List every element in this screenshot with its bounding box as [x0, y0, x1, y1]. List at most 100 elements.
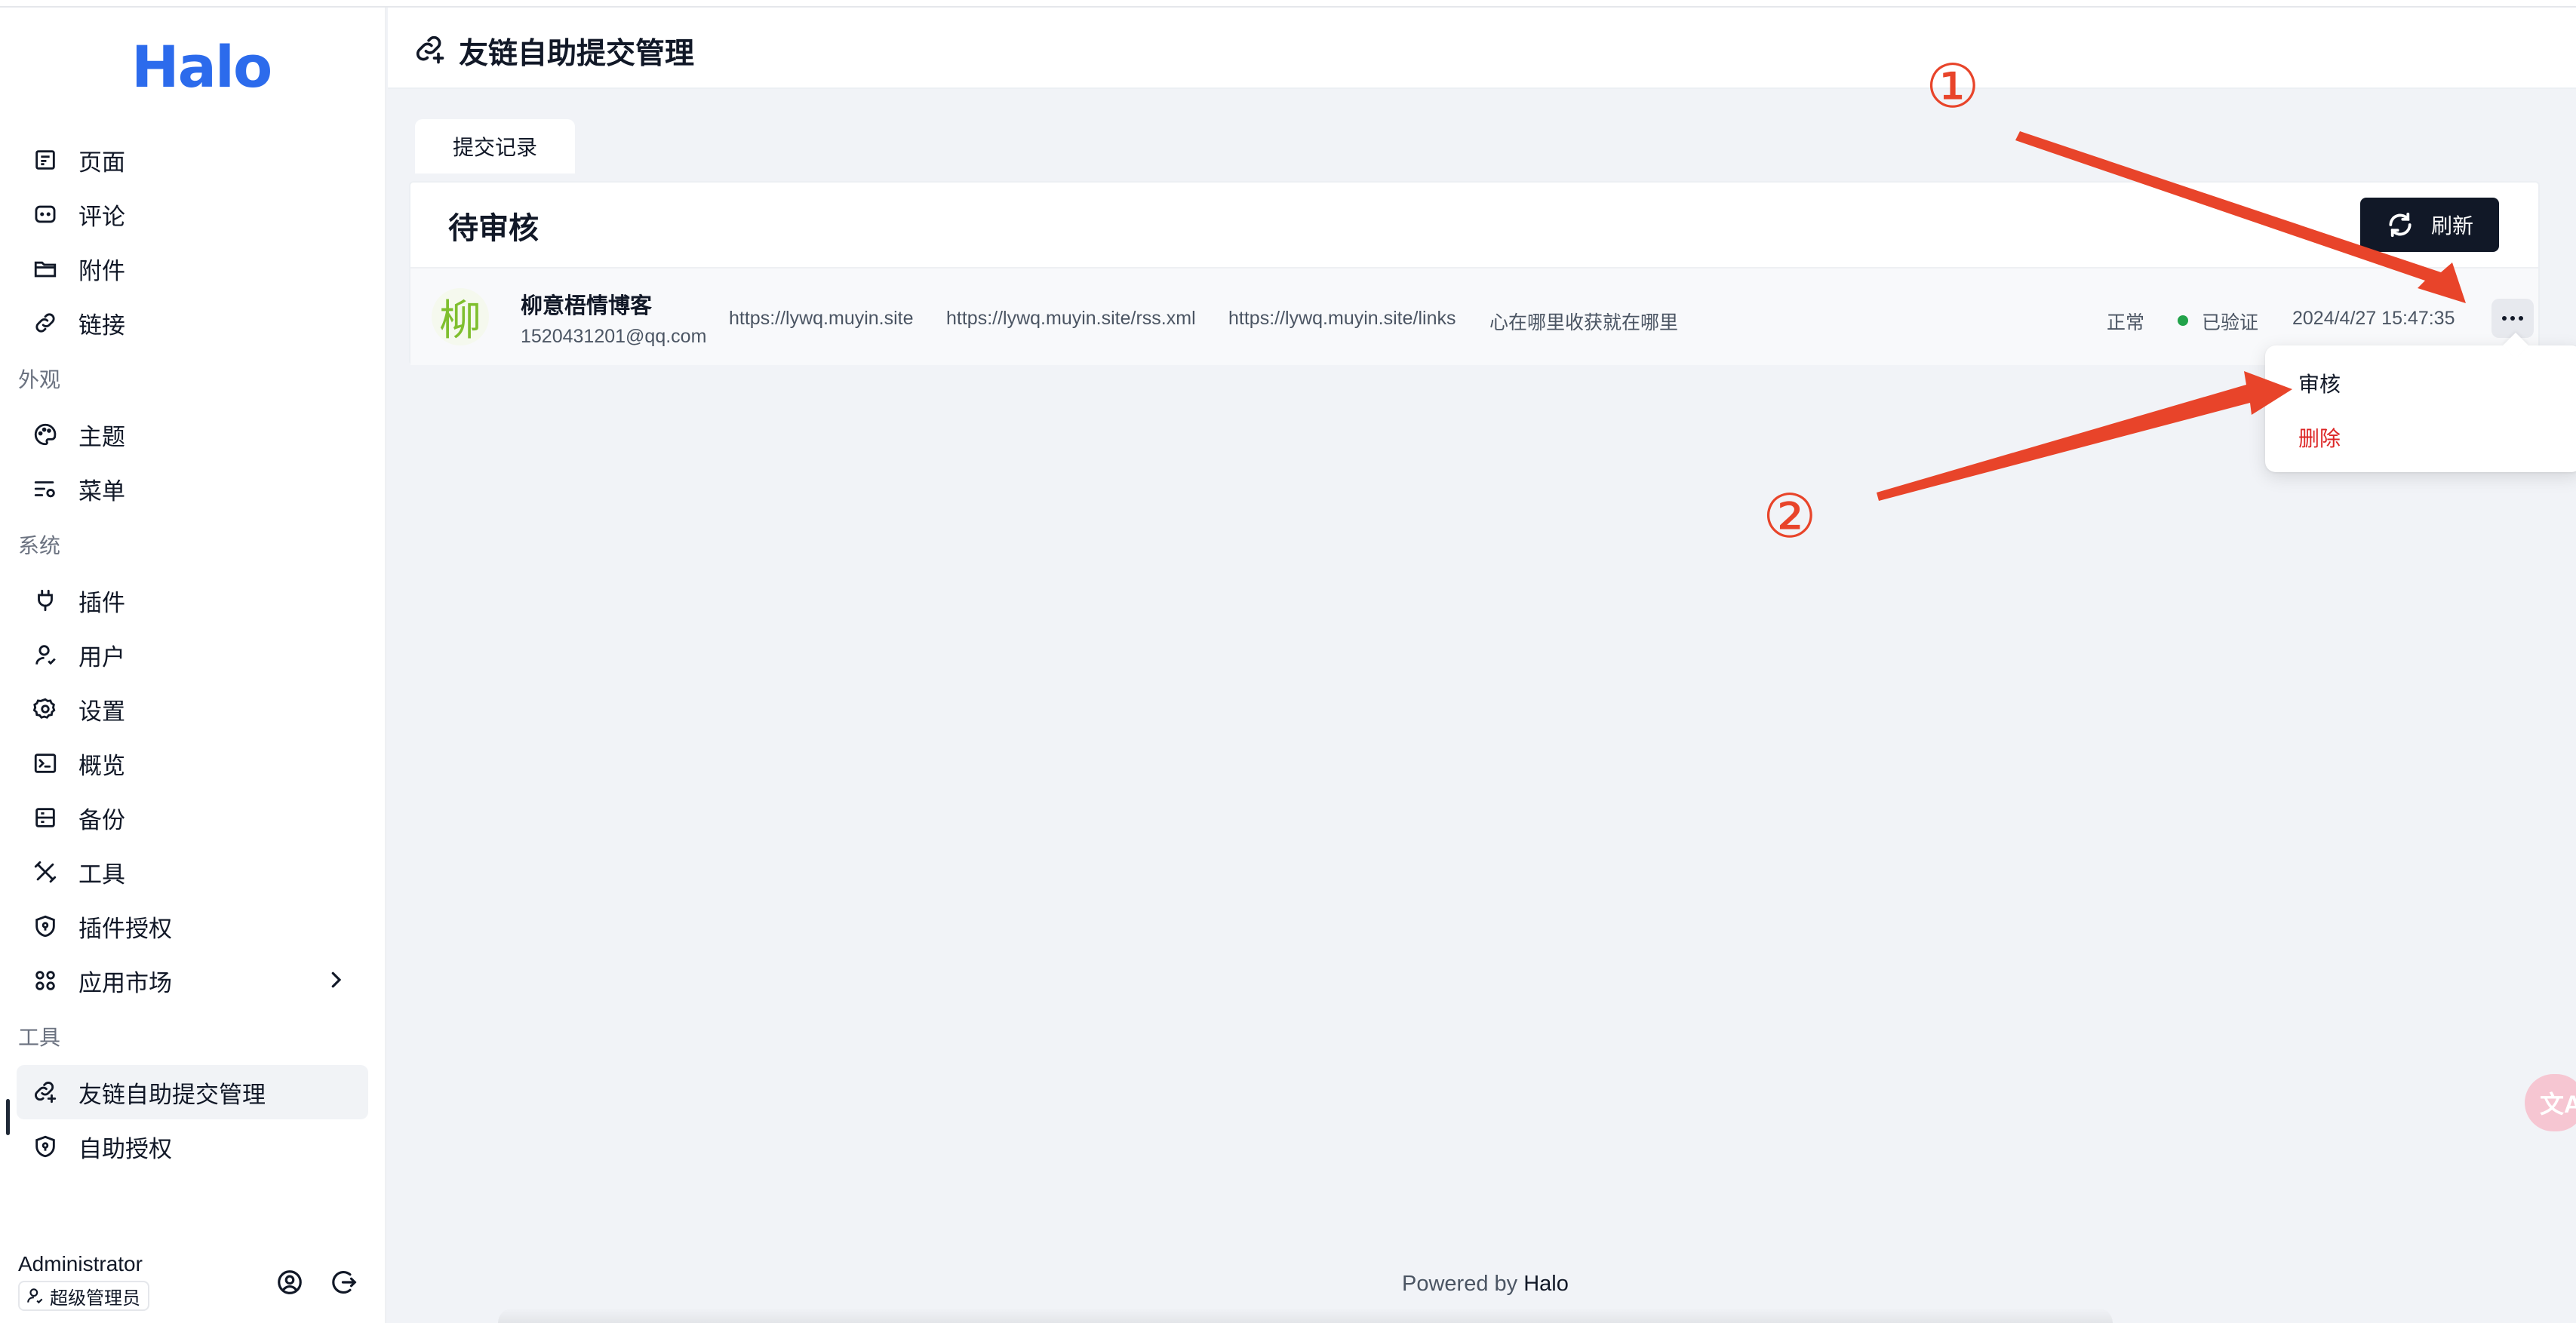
pending-review-card: 待审核 刷新 柳 柳意梧情博客 1520431201@qq.com https:… — [409, 181, 2540, 365]
sidebar-item-label: 主题 — [78, 423, 125, 450]
actions-dropdown: 审核 删除 — [2265, 345, 2576, 472]
links-url[interactable]: https://lywq.muyin.site/links — [1228, 308, 1456, 330]
folder-icon — [32, 255, 59, 282]
link-icon — [32, 309, 59, 336]
link-add-icon — [416, 35, 444, 64]
footer-brand[interactable]: Halo — [1523, 1272, 1569, 1296]
page-icon — [32, 146, 59, 173]
top-border — [0, 0, 2576, 8]
sidebar-item-plugin-license[interactable]: 插件授权 — [17, 899, 368, 953]
user-icon — [32, 641, 59, 668]
sidebar-group-appearance: 外观 — [18, 368, 61, 391]
sidebar-item-label: 用户 — [78, 643, 125, 671]
shield-icon — [32, 913, 59, 940]
shield-icon — [32, 1133, 59, 1160]
annotation-marker-2: ② — [1763, 481, 1817, 551]
user-panel: Administrator 超级管理员 — [18, 1249, 373, 1317]
sidebar-item-overview[interactable]: 概览 — [17, 736, 368, 790]
sidebar-item-users[interactable]: 用户 — [17, 628, 368, 682]
tab-bar: 提交记录 — [415, 119, 576, 173]
menu-item-review[interactable]: 审核 — [2298, 368, 2341, 398]
sidebar-item-label: 附件 — [78, 257, 125, 284]
user-circle-icon — [278, 1270, 302, 1294]
role-label: 超级管理员 — [50, 1288, 140, 1309]
sidebar-item-label: 评论 — [78, 203, 125, 230]
sidebar-item-label: 设置 — [78, 698, 125, 725]
footer: Powered by Halo — [1402, 1272, 1569, 1297]
gear-icon — [32, 695, 59, 723]
more-actions-button[interactable] — [2491, 299, 2534, 338]
sidebar-nav: 页面 评论 附件 链接 外观 主题 菜单 系统 插件 用户 设置 概览 备份 工… — [17, 133, 368, 1174]
comment-icon — [32, 201, 59, 228]
annotation-arrow-2 — [1877, 371, 2292, 501]
role-badge: 超级管理员 — [18, 1281, 149, 1311]
tab-submission-records[interactable]: 提交记录 — [415, 119, 576, 173]
table-row[interactable]: 柳 柳意梧情博客 1520431201@qq.com https://lywq.… — [410, 267, 2538, 365]
annotation-marker-1: ① — [1926, 51, 1980, 121]
sidebar: Halo 页面 评论 附件 链接 外观 主题 菜单 系统 插件 用户 设置 概览… — [0, 8, 386, 1323]
sidebar-item-backup[interactable]: 备份 — [17, 790, 368, 845]
halo-logo[interactable]: Halo — [131, 33, 272, 101]
palette-icon — [32, 421, 59, 448]
sidebar-item-menus[interactable]: 菜单 — [17, 462, 368, 516]
refresh-label: 刷新 — [2430, 214, 2473, 238]
footer-shadow — [498, 1308, 2113, 1323]
link-add-icon — [32, 1079, 59, 1106]
logout-icon — [332, 1270, 357, 1294]
plug-icon — [32, 587, 59, 614]
site-url[interactable]: https://lywq.muyin.site — [729, 308, 914, 330]
user-name: Administrator — [18, 1252, 143, 1275]
sidebar-item-label: 插件 — [78, 589, 125, 616]
terminal-icon — [32, 750, 59, 777]
sidebar-item-pages[interactable]: 页面 — [17, 133, 368, 187]
sidebar-item-app-market[interactable]: 应用市场 — [17, 953, 368, 1008]
sidebar-item-label: 工具 — [78, 861, 125, 888]
sidebar-group-system: 系统 — [18, 534, 61, 557]
sidebar-item-comments[interactable]: 评论 — [17, 187, 368, 241]
verification-status: 已验证 — [2202, 312, 2259, 333]
active-indicator — [6, 1099, 10, 1135]
refresh-button[interactable]: 刷新 — [2360, 198, 2499, 252]
sidebar-group-tools: 工具 — [18, 1026, 61, 1049]
site-email: 1520431201@qq.com — [521, 326, 707, 347]
sidebar-item-label: 概览 — [78, 752, 125, 779]
more-horizontal-icon — [2502, 316, 2523, 321]
chevron-right-icon — [331, 972, 342, 988]
sidebar-item-label: 页面 — [78, 149, 125, 176]
sidebar-item-label: 备份 — [78, 806, 125, 833]
page-title: 友链自助提交管理 — [459, 38, 695, 70]
sidebar-item-label: 菜单 — [78, 477, 125, 505]
sidebar-item-label: 应用市场 — [78, 969, 172, 996]
sidebar-item-label: 自助授权 — [78, 1135, 172, 1162]
refresh-icon — [2389, 212, 2412, 238]
sidebar-item-label: 友链自助提交管理 — [78, 1081, 266, 1108]
sidebar-item-themes[interactable]: 主题 — [17, 407, 368, 462]
avatar: 柳 — [432, 288, 489, 345]
sidebar-item-plugins[interactable]: 插件 — [17, 573, 368, 628]
translate-icon: 文A — [2540, 1091, 2576, 1118]
sidebar-item-label: 插件授权 — [78, 915, 172, 942]
site-name: 柳意梧情博客 — [521, 294, 653, 318]
tools-icon — [32, 858, 59, 886]
profile-button[interactable] — [273, 1266, 306, 1299]
sidebar-item-self-license[interactable]: 自助授权 — [17, 1119, 368, 1174]
sidebar-item-settings[interactable]: 设置 — [17, 682, 368, 736]
menu-settings-icon — [32, 475, 59, 502]
status-text: 正常 — [2107, 312, 2145, 333]
backup-icon — [32, 804, 59, 831]
verified-dot — [2178, 315, 2188, 326]
logout-button[interactable] — [327, 1266, 361, 1299]
card-title: 待审核 — [448, 212, 539, 245]
footer-prefix: Powered by — [1402, 1272, 1518, 1296]
submission-time: 2024/4/27 15:47:35 — [2292, 308, 2455, 329]
sidebar-item-link-submission[interactable]: 友链自助提交管理 — [17, 1065, 368, 1119]
rss-url[interactable]: https://lywq.muyin.site/rss.xml — [946, 308, 1196, 330]
menu-item-delete[interactable]: 删除 — [2298, 422, 2341, 453]
sidebar-item-attachments[interactable]: 附件 — [17, 241, 368, 296]
page-header: 友链自助提交管理 — [388, 8, 2576, 89]
sidebar-item-links[interactable]: 链接 — [17, 296, 368, 350]
user-role-icon — [27, 1288, 43, 1304]
sidebar-item-tools[interactable]: 工具 — [17, 845, 368, 899]
sidebar-item-label: 链接 — [78, 312, 125, 339]
translate-float-button[interactable]: 文A — [2525, 1074, 2576, 1131]
